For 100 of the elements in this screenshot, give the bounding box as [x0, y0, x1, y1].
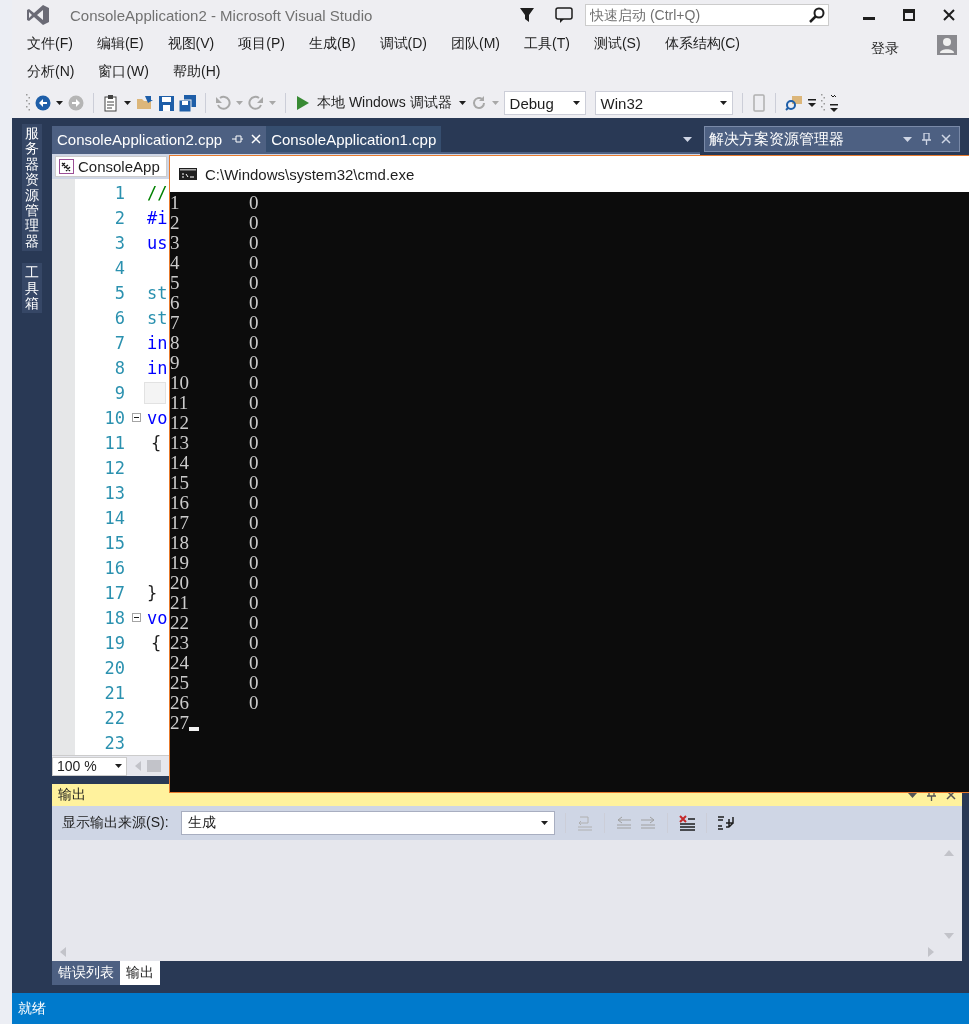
status-text: 就绪 [18, 999, 46, 1018]
window-title: C:\Windows\system32\cmd.exe [205, 165, 415, 183]
navigation-dropdown[interactable]: ConsoleApp [55, 156, 167, 177]
console-text: 25 [170, 672, 190, 694]
console-text: 0 [249, 392, 259, 414]
side-tab[interactable]: 工具箱 [22, 263, 42, 314]
panel-title: 输出 [58, 786, 86, 804]
console-text: 3 [170, 232, 181, 254]
filter-icon[interactable] [519, 7, 535, 23]
collapse-icon[interactable] [131, 413, 141, 422]
output-source-dropdown[interactable]: 生成 [180, 811, 555, 835]
console-text: 0 [249, 332, 259, 354]
side-tab[interactable]: 服务器资源管理器 [22, 124, 42, 252]
platform-dropdown[interactable]: Win32 [594, 91, 733, 115]
menu-item[interactable]: 团队(M) [451, 35, 500, 53]
console-text: 0 [249, 652, 259, 674]
collapse-icon[interactable] [131, 613, 141, 622]
console-text: 16 [170, 492, 190, 514]
console-text: 0 [249, 432, 259, 454]
maximize-icon[interactable] [903, 9, 915, 21]
menu-item[interactable]: 视图(V) [167, 35, 215, 53]
close-icon[interactable] [946, 790, 956, 800]
line-number: 9 [113, 382, 125, 403]
window-title: ConsoleApplication2 - Microsoft Visual Studio [70, 6, 373, 24]
dropdown-arrow-icon [540, 821, 548, 825]
line-number: 10 [103, 407, 125, 428]
menu-item[interactable]: 帮助(H) [173, 63, 221, 81]
toolbar-grip-icon[interactable] [26, 93, 30, 113]
find-icon[interactable] [784, 95, 803, 111]
line-number: 15 [103, 532, 125, 553]
line-number: 21 [103, 682, 125, 703]
console-text: 10 [170, 372, 190, 394]
avatar-icon[interactable] [937, 35, 957, 55]
word-wrap-icon[interactable] [716, 815, 735, 831]
console-text: 7 [170, 312, 181, 334]
toolbar-grip-icon[interactable] [820, 93, 825, 113]
console-text: 14 [170, 452, 190, 474]
menu-item[interactable]: 文件(F) [27, 35, 73, 53]
close-icon[interactable] [943, 9, 955, 21]
save-icon[interactable] [159, 95, 174, 111]
code-text: st [147, 282, 168, 303]
console-text: 21 [170, 592, 190, 614]
console-text: 0 [249, 452, 259, 474]
console-text: 9 [170, 352, 181, 374]
configuration-dropdown[interactable]: Debug [503, 91, 586, 115]
new-project-icon[interactable] [103, 94, 119, 112]
console-text: 8 [170, 332, 181, 354]
line-number: 18 [103, 607, 125, 628]
dropdown-arrow-icon[interactable] [903, 136, 912, 142]
console-text: 0 [249, 312, 259, 334]
menu-item[interactable]: 体系结构(C) [664, 35, 740, 53]
menu-item[interactable]: 调试(D) [379, 35, 427, 53]
line-number: 11 [103, 432, 125, 453]
quick-launch-field[interactable]: 快速启动 (Ctrl+Q) [585, 4, 829, 26]
start-debugging-button[interactable]: 本地 Windows 调试器 [295, 92, 454, 114]
menu-item[interactable]: 项目(P) [238, 35, 285, 53]
console-text: 20 [170, 572, 190, 594]
line-number: 2 [113, 207, 125, 228]
menu-item[interactable]: 分析(N) [27, 63, 75, 81]
console-text: 1 [170, 192, 181, 214]
panel-tab[interactable]: 错误列表 [52, 961, 120, 985]
horizontal-scrollbar[interactable] [147, 760, 161, 772]
search-icon[interactable] [809, 7, 825, 23]
zoom-dropdown[interactable]: 100 % [52, 756, 127, 776]
console-text: 13 [170, 432, 190, 454]
caret-icon[interactable] [124, 101, 131, 105]
clear-all-icon[interactable] [677, 815, 696, 831]
save-all-icon[interactable] [179, 94, 196, 112]
overflow-caret-icon[interactable] [807, 99, 816, 107]
line-number: 17 [103, 582, 125, 603]
panel-tab[interactable]: 输出 [120, 961, 160, 985]
console-text: 12 [170, 412, 190, 434]
console-icon [179, 168, 197, 180]
feedback-icon[interactable] [555, 7, 573, 23]
caret-icon[interactable] [458, 101, 466, 105]
line-number: 23 [103, 732, 125, 753]
menu-item[interactable]: 生成(B) [308, 35, 356, 53]
line-number: 4 [113, 257, 125, 278]
tab-list-dropdown-icon[interactable] [683, 136, 692, 142]
menu-item[interactable]: 测试(S) [593, 35, 641, 53]
line-number: 14 [103, 507, 125, 528]
console-text: 0 [249, 612, 259, 634]
menu-item[interactable]: 窗口(W) [98, 63, 149, 81]
console-text: 0 [249, 212, 259, 234]
console-text: 19 [170, 552, 190, 574]
document-tab[interactable]: ConsoleApplication1.cpp [266, 126, 442, 152]
line-number: 8 [113, 357, 125, 378]
play-icon [297, 96, 309, 110]
overflow-menu-icon[interactable] [829, 93, 838, 113]
console-text: 22 [170, 612, 190, 634]
code-text: { [151, 432, 162, 453]
open-folder-icon[interactable] [136, 95, 154, 111]
menu-item[interactable]: 工具(T) [524, 35, 570, 53]
dropdown-arrow-icon[interactable] [908, 792, 917, 798]
caret-icon[interactable] [56, 101, 63, 105]
sign-in-link[interactable]: 登录 [871, 40, 899, 58]
console-text: 23 [170, 632, 190, 654]
menu-item[interactable]: 编辑(E) [96, 35, 144, 53]
console-text: 0 [249, 572, 259, 594]
console-text: 6 [170, 292, 181, 314]
